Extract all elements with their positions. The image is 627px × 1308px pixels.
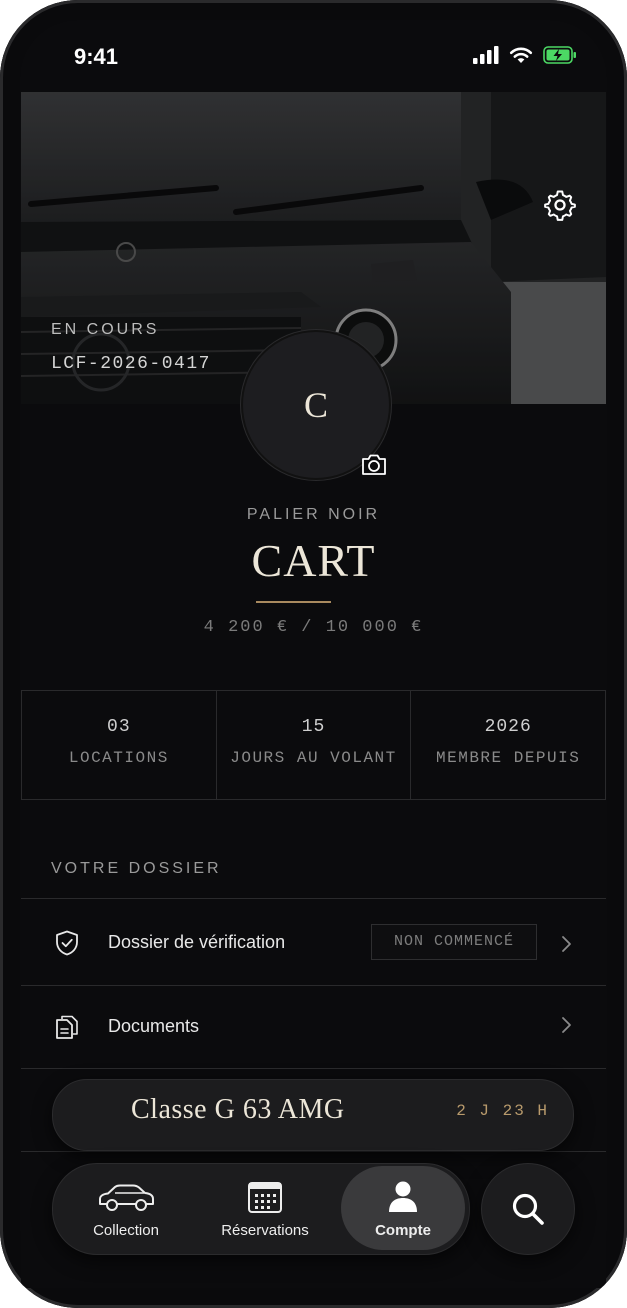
section-title-dossier: VOTRE DOSSIER (51, 860, 222, 877)
tab-bar: Collection Réservations Compte (52, 1163, 470, 1255)
rental-reference: LCF-2026-0417 (51, 354, 211, 374)
change-photo-button[interactable] (359, 450, 389, 480)
stat-label: LOCATIONS (68, 749, 169, 767)
stats-grid: 03 LOCATIONS 15 JOURS AU VOLANT 2026 MEM… (21, 690, 606, 800)
tab-compte[interactable]: Compte (341, 1166, 465, 1250)
cellular-signal-icon (473, 46, 499, 64)
status-bar: 9:41 (0, 0, 627, 92)
tab-collection[interactable]: Collection (63, 1164, 189, 1254)
stat-value: 15 (301, 717, 326, 737)
rental-status-label: EN COURS (51, 321, 160, 338)
search-icon (512, 1193, 544, 1225)
stat-value: 03 (107, 717, 131, 737)
stat-value: 2026 (484, 717, 532, 737)
name-divider (256, 601, 331, 603)
verification-label: Dossier de vérification (108, 932, 286, 952)
status-icons (473, 46, 577, 64)
stat-days-driving: 15 JOURS AU VOLANT (215, 691, 411, 799)
user-name: CART (251, 535, 376, 586)
avatar-initial: C (303, 385, 328, 425)
stat-member-since: 2026 MEMBRE DEPUIS (410, 691, 606, 799)
tier-progress: 4 200 € / 10 000 € (203, 618, 424, 637)
chevron-right-icon (562, 1017, 571, 1033)
rental-countdown: 2 J 23 H (456, 1102, 549, 1120)
calendar-icon (248, 1182, 282, 1213)
car-icon (99, 1184, 154, 1211)
verification-status-badge: NON COMMENCÉ (371, 924, 537, 960)
active-rental-bar[interactable]: Classe G 63 AMG 2 J 23 H (52, 1079, 574, 1151)
tab-label: Collection (93, 1222, 159, 1239)
verification-dossier-row[interactable]: Dossier de vérification NON COMMENCÉ (21, 898, 606, 985)
tier-label: PALIER NOIR (246, 506, 381, 523)
documents-icon (56, 1015, 78, 1039)
tab-label: Réservations (221, 1222, 309, 1239)
status-time: 9:41 (74, 44, 119, 69)
stat-locations: 03 LOCATIONS (21, 691, 216, 799)
stat-label: MEMBRE DEPUIS (436, 749, 581, 767)
documents-label: Documents (108, 1016, 200, 1036)
person-icon (389, 1181, 417, 1212)
tab-reservations[interactable]: Réservations (199, 1164, 331, 1254)
battery-charging-icon (543, 46, 576, 64)
camera-icon (362, 454, 386, 475)
wifi-icon (509, 47, 533, 63)
stat-label: JOURS AU VOLANT (230, 749, 397, 767)
search-button[interactable] (481, 1163, 575, 1255)
settings-button[interactable] (543, 188, 577, 222)
tab-label: Compte (375, 1222, 431, 1239)
chevron-right-icon (562, 936, 571, 952)
rental-car-model: Classe G 63 AMG (131, 1094, 345, 1125)
gear-icon (544, 190, 576, 221)
phone-frame: 9:41 EN COURS LCF-2026-0417 C PALIER NOI… (0, 0, 627, 1308)
shield-check-icon (56, 930, 78, 956)
documents-row[interactable]: Documents (21, 985, 606, 1068)
